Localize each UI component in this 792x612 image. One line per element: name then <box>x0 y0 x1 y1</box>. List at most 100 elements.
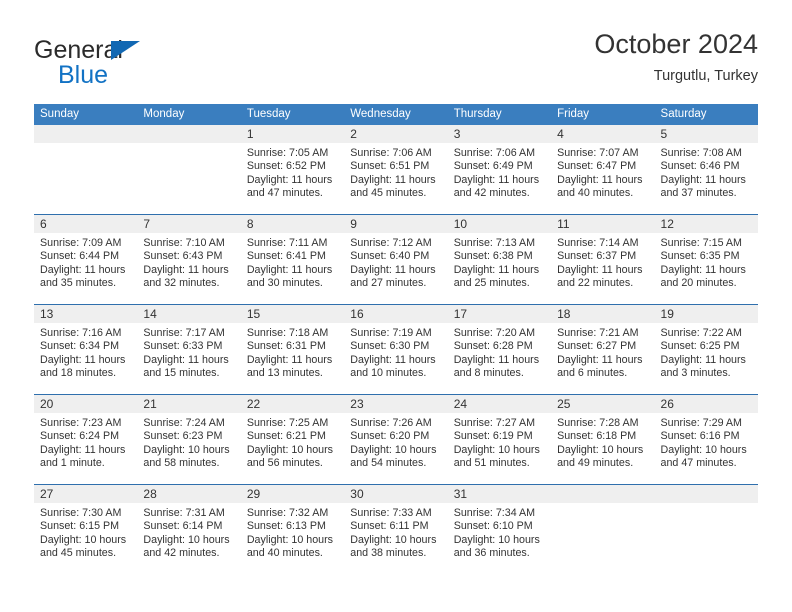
sunrise-text: Sunrise: 7:06 AM <box>453 147 536 159</box>
day-details: Sunrise: 7:29 AM Sunset: 6:16 PM Daylight:… <box>655 413 758 470</box>
day-details: Sunrise: 7:14 AM Sunset: 6:37 PM Daylight:… <box>551 233 654 290</box>
sunset-text: Sunset: 6:41 PM <box>246 250 326 263</box>
calendar-day-cell[interactable]: 22 Sunrise: 7:25 AM Sunset: 6:21 PM Dayligh… <box>240 395 345 484</box>
sunset-text: Sunset: 6:35 PM <box>660 250 740 263</box>
day-number: 1 <box>240 125 345 143</box>
sunrise-text: Sunrise: 7:23 AM <box>40 417 122 429</box>
daylight-text: Daylight: 11 hours and 25 minutes. <box>453 263 540 289</box>
daylight-text: Daylight: 11 hours and 37 minutes. <box>660 173 746 199</box>
day-number <box>34 125 138 143</box>
calendar-day-cell[interactable]: 8 Sunrise: 7:11 AM Sunset: 6:41 PM Daylight… <box>240 215 345 304</box>
daylight-text: Daylight: 10 hours and 42 minutes. <box>143 533 230 559</box>
calendar-day-cell[interactable]: 24 Sunrise: 7:27 AM Sunset: 6:19 PM Dayligh… <box>447 395 552 484</box>
calendar-day-cell[interactable]: 15 Sunrise: 7:18 AM Sunset: 6:31 PM Dayligh… <box>240 305 345 394</box>
day-number: 18 <box>551 305 655 323</box>
day-number: 20 <box>34 395 138 413</box>
day-number: 17 <box>447 305 552 323</box>
calendar-day-cell[interactable]: 6 Sunrise: 7:09 AM Sunset: 6:44 PM Daylight… <box>34 215 138 304</box>
daylight-text: Daylight: 10 hours and 49 minutes. <box>557 443 644 469</box>
calendar-weeks: 1 Sunrise: 7:05 AM Sunset: 6:52 PM Daylight… <box>34 125 758 574</box>
calendar-day-cell[interactable]: 19 Sunrise: 7:22 AM Sunset: 6:25 PM Dayligh… <box>654 305 758 394</box>
calendar-day-cell[interactable]: 26 Sunrise: 7:29 AM Sunset: 6:16 PM Dayligh… <box>654 395 758 484</box>
general-blue-logo: General Blue <box>34 36 224 92</box>
day-number: 29 <box>240 485 345 503</box>
daylight-text: Daylight: 11 hours and 8 minutes. <box>453 353 540 379</box>
weekday-header-friday: Friday <box>557 108 590 120</box>
calendar-day-cell[interactable]: 5 Sunrise: 7:08 AM Sunset: 6:46 PM Daylight… <box>654 125 758 214</box>
daylight-text: Daylight: 11 hours and 30 minutes. <box>246 263 333 289</box>
calendar-day-cell[interactable]: 29 Sunrise: 7:32 AM Sunset: 6:13 PM Dayligh… <box>240 485 345 574</box>
calendar-day-cell[interactable]: 18 Sunrise: 7:21 AM Sunset: 6:27 PM Dayligh… <box>551 305 655 394</box>
day-number <box>551 485 655 503</box>
sunset-text: Sunset: 6:15 PM <box>40 520 120 533</box>
page-header: General Blue October 2024 Turgutlu, Turk… <box>34 28 758 98</box>
sunrise-text: Sunrise: 7:08 AM <box>660 147 742 159</box>
day-details: Sunrise: 7:25 AM Sunset: 6:21 PM Daylight:… <box>241 413 344 470</box>
calendar-day-cell[interactable]: 1 Sunrise: 7:05 AM Sunset: 6:52 PM Daylight… <box>240 125 345 214</box>
sunset-text: Sunset: 6:52 PM <box>246 160 326 173</box>
day-details: Sunrise: 7:08 AM Sunset: 6:46 PM Daylight:… <box>655 143 758 200</box>
calendar-day-cell[interactable]: 23 Sunrise: 7:26 AM Sunset: 6:20 PM Dayligh… <box>344 395 448 484</box>
sunrise-text: Sunrise: 7:19 AM <box>350 327 432 339</box>
calendar-day-cell[interactable]: 9 Sunrise: 7:12 AM Sunset: 6:40 PM Daylight… <box>344 215 448 304</box>
calendar-day-cell[interactable]: 16 Sunrise: 7:19 AM Sunset: 6:30 PM Dayligh… <box>344 305 448 394</box>
calendar-day-cell[interactable]: 3 Sunrise: 7:06 AM Sunset: 6:49 PM Daylight… <box>447 125 552 214</box>
calendar-day-cell[interactable]: 27 Sunrise: 7:30 AM Sunset: 6:15 PM Dayligh… <box>34 485 138 574</box>
calendar-day-cell[interactable]: 2 Sunrise: 7:06 AM Sunset: 6:51 PM Daylight… <box>344 125 448 214</box>
calendar-day-cell-empty <box>654 485 758 574</box>
day-number: 3 <box>447 125 552 143</box>
sunrise-text: Sunrise: 7:10 AM <box>143 237 225 249</box>
sunset-text: Sunset: 6:11 PM <box>350 520 429 533</box>
calendar-day-cell[interactable]: 4 Sunrise: 7:07 AM Sunset: 6:47 PM Daylight… <box>551 125 655 214</box>
sunset-text: Sunset: 6:23 PM <box>143 430 223 443</box>
calendar-day-cell[interactable]: 10 Sunrise: 7:13 AM Sunset: 6:38 PM Dayligh… <box>447 215 552 304</box>
calendar-day-cell[interactable]: 28 Sunrise: 7:31 AM Sunset: 6:14 PM Dayligh… <box>137 485 241 574</box>
daylight-text: Daylight: 10 hours and 56 minutes. <box>246 443 333 469</box>
day-details: Sunrise: 7:32 AM Sunset: 6:13 PM Daylight:… <box>241 503 344 560</box>
day-details: Sunrise: 7:16 AM Sunset: 6:34 PM Daylight:… <box>34 323 137 380</box>
calendar-day-cell[interactable]: 30 Sunrise: 7:33 AM Sunset: 6:11 PM Dayligh… <box>344 485 448 574</box>
sunset-text: Sunset: 6:28 PM <box>453 340 533 353</box>
calendar-week-row: 6 Sunrise: 7:09 AM Sunset: 6:44 PM Daylight… <box>34 214 758 304</box>
calendar-day-cell[interactable]: 31 Sunrise: 7:34 AM Sunset: 6:10 PM Dayligh… <box>447 485 552 574</box>
sunrise-text: Sunrise: 7:34 AM <box>453 507 536 519</box>
calendar-day-cell[interactable]: 21 Sunrise: 7:24 AM Sunset: 6:23 PM Dayligh… <box>137 395 241 484</box>
day-number: 9 <box>344 215 448 233</box>
calendar-day-cell[interactable]: 11 Sunrise: 7:14 AM Sunset: 6:37 PM Dayligh… <box>551 215 655 304</box>
day-details: Sunrise: 7:23 AM Sunset: 6:24 PM Daylight:… <box>34 413 137 470</box>
calendar-day-cell[interactable]: 20 Sunrise: 7:23 AM Sunset: 6:24 PM Dayligh… <box>34 395 138 484</box>
sunrise-text: Sunrise: 7:06 AM <box>350 147 432 159</box>
weekday-header-wednesday: Wednesday <box>350 108 411 120</box>
day-details: Sunrise: 7:11 AM Sunset: 6:41 PM Daylight:… <box>241 233 344 290</box>
sunrise-text: Sunrise: 7:13 AM <box>453 237 536 249</box>
day-details: Sunrise: 7:05 AM Sunset: 6:52 PM Daylight:… <box>241 143 344 200</box>
calendar-day-cell[interactable]: 12 Sunrise: 7:15 AM Sunset: 6:35 PM Dayligh… <box>654 215 758 304</box>
day-number: 10 <box>447 215 552 233</box>
weekday-header-saturday: Saturday <box>660 108 707 120</box>
day-number: 22 <box>240 395 345 413</box>
weekday-header-monday: Monday <box>143 108 185 120</box>
calendar-day-cell[interactable]: 7 Sunrise: 7:10 AM Sunset: 6:43 PM Daylight… <box>137 215 241 304</box>
day-details: Sunrise: 7:12 AM Sunset: 6:40 PM Daylight:… <box>344 233 447 290</box>
daylight-text: Daylight: 10 hours and 58 minutes. <box>143 443 230 469</box>
daylight-text: Daylight: 11 hours and 20 minutes. <box>660 263 746 289</box>
day-number: 27 <box>34 485 138 503</box>
sunrise-text: Sunrise: 7:16 AM <box>40 327 122 339</box>
sunset-text: Sunset: 6:16 PM <box>660 430 740 443</box>
sunset-text: Sunset: 6:47 PM <box>557 160 637 173</box>
sunset-text: Sunset: 6:46 PM <box>660 160 740 173</box>
day-number: 26 <box>654 395 758 413</box>
calendar-day-cell[interactable]: 14 Sunrise: 7:17 AM Sunset: 6:33 PM Dayligh… <box>137 305 241 394</box>
sunrise-text: Sunrise: 7:20 AM <box>453 327 536 339</box>
calendar-day-cell[interactable]: 25 Sunrise: 7:28 AM Sunset: 6:18 PM Dayligh… <box>551 395 655 484</box>
page-title: October 2024 <box>594 29 758 59</box>
day-details: Sunrise: 7:26 AM Sunset: 6:20 PM Daylight:… <box>344 413 447 470</box>
calendar-day-cell[interactable]: 17 Sunrise: 7:20 AM Sunset: 6:28 PM Dayligh… <box>447 305 552 394</box>
sunrise-text: Sunrise: 7:09 AM <box>40 237 122 249</box>
sunset-text: Sunset: 6:34 PM <box>40 340 120 353</box>
daylight-text: Daylight: 10 hours and 54 minutes. <box>350 443 437 469</box>
day-details: Sunrise: 7:18 AM Sunset: 6:31 PM Daylight:… <box>241 323 344 380</box>
calendar-day-cell[interactable]: 13 Sunrise: 7:16 AM Sunset: 6:34 PM Dayligh… <box>34 305 138 394</box>
sunset-text: Sunset: 6:31 PM <box>246 340 326 353</box>
daylight-text: Daylight: 11 hours and 6 minutes. <box>557 353 643 379</box>
